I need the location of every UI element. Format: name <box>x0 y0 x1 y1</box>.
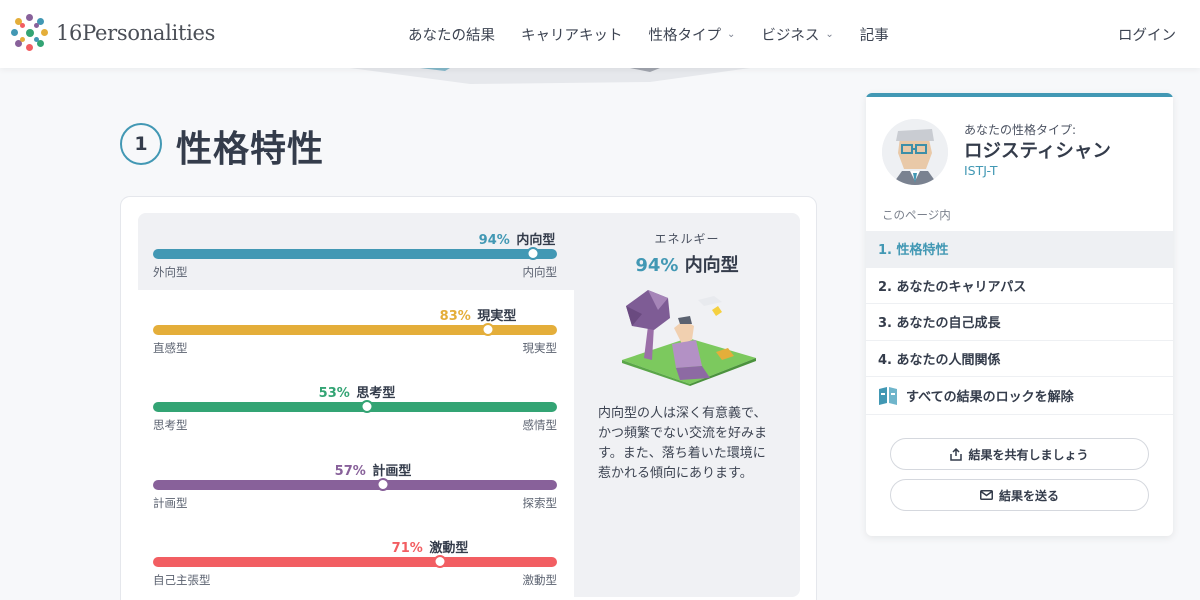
trait-right-label: 現実型 <box>522 341 558 355</box>
unlock-label: すべての結果のロックを解除 <box>906 390 1074 405</box>
trait-bar <box>153 249 557 259</box>
trait-left-label: 直感型 <box>153 341 188 355</box>
energy-description: 内向型の人は深く有意義で、かつ頻繁でない交流を好みます。また、落ち着いた環境に惹… <box>598 406 768 481</box>
energy-label: エネルギー <box>654 232 720 246</box>
logo-dots-icon <box>10 13 50 53</box>
trait-left-label: 自己主張型 <box>153 573 211 587</box>
trait-right-label: 感情型 <box>522 418 558 432</box>
share-icon <box>950 447 963 461</box>
nav-item-results[interactable]: あなたの結果 <box>408 24 495 45</box>
trait-right-label: 激動型 <box>522 573 558 587</box>
trait-nature[interactable]: 53% 思考型 思考型 感情型 <box>153 382 557 442</box>
trait-percent: 53% <box>318 386 350 401</box>
trait-bar <box>153 402 557 412</box>
trait-percent-label: 94% 内向型 <box>479 229 556 248</box>
trait-bar <box>153 557 557 567</box>
hero-illustration <box>350 68 750 84</box>
trait-slider-knob <box>526 247 540 260</box>
nav-item-label: 記事 <box>859 27 889 44</box>
nav-item-articles[interactable]: 記事 <box>860 24 889 45</box>
trait-bar <box>153 325 557 335</box>
trait-percent-label: 53% 思考型 <box>319 382 396 401</box>
nav-item-label: キャリアキット <box>521 27 623 44</box>
trait-slider-knob <box>360 400 374 413</box>
trait-name: 激動型 <box>429 541 469 556</box>
trait-percent: 57% <box>334 464 366 479</box>
chevron-down-icon: ⌄ <box>727 28 736 40</box>
trait-percent: 94% <box>478 233 510 248</box>
toc-item-relationships[interactable]: 4. あなたの人間関係 <box>866 341 1173 377</box>
login-link[interactable]: ログイン <box>1118 24 1176 45</box>
energy-type-name: 内向型 <box>684 255 739 276</box>
trait-left-label: 外向型 <box>153 265 188 279</box>
send-results-button[interactable]: 結果を送る <box>890 479 1149 511</box>
trait-name: 計画型 <box>372 464 412 479</box>
energy-value: 94% 内向型 <box>574 251 800 277</box>
logistician-avatar-icon <box>882 119 948 185</box>
trait-right-label: 内向型 <box>522 265 558 279</box>
result-sidebar: あなたの性格タイプ: ロジスティシャン ISTJ-T このページ内 1. 性格特… <box>866 93 1173 536</box>
trait-left-label: 計画型 <box>153 496 188 510</box>
toc-item-growth[interactable]: 3. あなたの自己成長 <box>866 304 1173 341</box>
trait-name: 内向型 <box>516 233 556 248</box>
trait-energy[interactable]: 94% 内向型 外向型 内向型 <box>153 229 557 289</box>
trait-percent-label: 83% 現実型 <box>440 305 517 324</box>
share-button-label: 結果を共有しましょう <box>968 447 1089 462</box>
toc-item-career[interactable]: 2. あなたのキャリアパス <box>866 268 1173 304</box>
unlock-all-results-link[interactable]: すべての結果のロックを解除 <box>866 377 1173 415</box>
nav-item-business[interactable]: ビジネス ⌄ <box>761 24 833 45</box>
trait-identity[interactable]: 71% 激動型 自己主張型 激動型 <box>153 537 557 597</box>
nav-item-label: 性格タイプ <box>648 27 722 44</box>
share-results-button[interactable]: 結果を共有しましょう <box>890 438 1149 470</box>
section-title: 性格特性 <box>176 129 325 170</box>
chevron-down-icon: ⌄ <box>825 28 834 40</box>
toc-item-traits[interactable]: 1. 性格特性 <box>866 231 1173 268</box>
toc-caption: このページ内 <box>882 208 951 222</box>
logo[interactable]: 16Personalities <box>10 13 215 53</box>
trait-percent: 83% <box>439 309 471 324</box>
logo-text: 16Personalities <box>56 21 216 45</box>
trait-slider-knob <box>433 555 447 568</box>
trait-left-label: 思考型 <box>153 418 188 432</box>
trait-right-label: 探索型 <box>522 496 558 510</box>
trait-name: 思考型 <box>356 386 396 401</box>
nav-item-career-kit[interactable]: キャリアキット <box>521 24 623 45</box>
trait-slider-knob <box>481 323 495 336</box>
type-caption: あなたの性格タイプ: <box>964 123 1077 137</box>
envelope-icon <box>979 490 993 500</box>
trait-bar <box>153 480 557 490</box>
book-icon <box>879 386 897 405</box>
trait-percent-label: 57% 計画型 <box>335 460 412 479</box>
type-code[interactable]: ISTJ-T <box>964 163 998 178</box>
type-name[interactable]: ロジスティシャン <box>964 137 1111 163</box>
trait-tactics[interactable]: 57% 計画型 計画型 探索型 <box>153 460 557 520</box>
trait-slider-knob <box>376 478 390 491</box>
introvert-illustration <box>622 290 756 386</box>
nav-item-label: ビジネス <box>761 27 820 44</box>
sidebar-accent-line <box>866 93 1173 97</box>
nav-item-label: あなたの結果 <box>408 27 495 44</box>
section-number: 1 <box>120 123 162 165</box>
table-of-contents: 1. 性格特性 2. あなたのキャリアパス 3. あなたの自己成長 4. あなた… <box>866 231 1173 415</box>
trait-name: 現実型 <box>477 309 517 324</box>
trait-percent-label: 71% 激動型 <box>392 537 469 556</box>
trait-mind[interactable]: 83% 現実型 直感型 現実型 <box>153 305 557 365</box>
avatar <box>882 119 948 185</box>
nav-item-personality-types[interactable]: 性格タイプ ⌄ <box>649 24 736 45</box>
top-navigation-bar: 16Personalities あなたの結果 キャリアキット 性格タイプ ⌄ ビ… <box>0 0 1200 68</box>
energy-percent: 94% <box>635 255 679 276</box>
trait-percent: 71% <box>391 541 423 556</box>
send-button-label: 結果を送る <box>998 488 1059 503</box>
main-nav: あなたの結果 キャリアキット 性格タイプ ⌄ ビジネス ⌄ 記事 <box>408 0 889 68</box>
